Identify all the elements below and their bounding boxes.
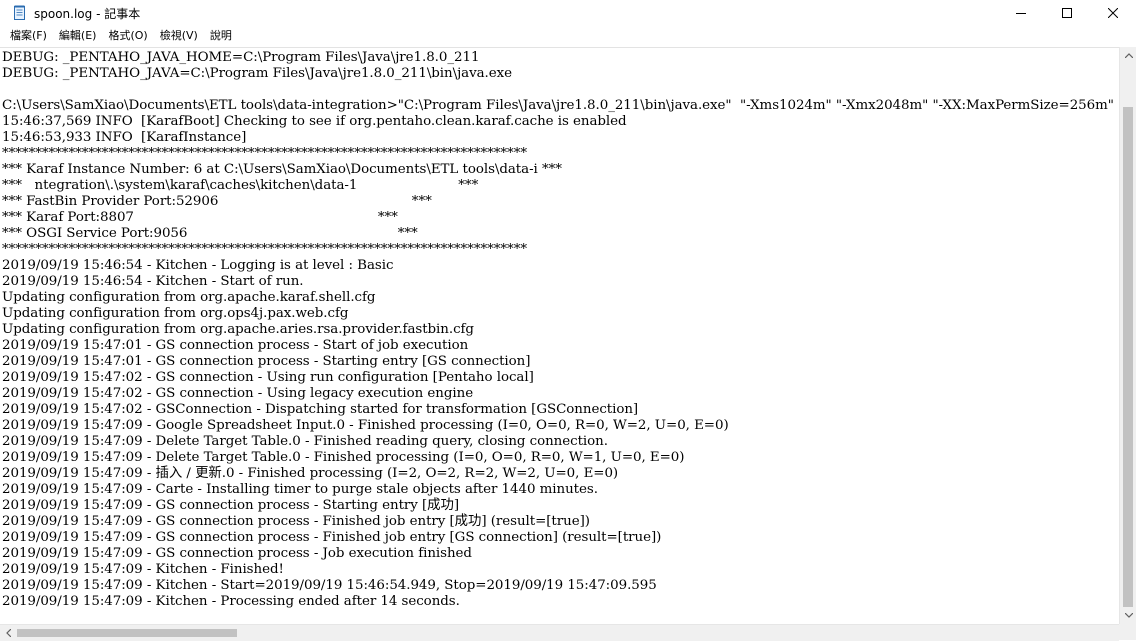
title-bar[interactable]: spoon.log - 記事本 [0, 0, 1136, 26]
log-line: 2019/09/19 15:47:01 - GS connection proc… [2, 338, 469, 353]
log-line: Updating configuration from org.apache.a… [2, 322, 474, 337]
log-line: 2019/09/19 15:47:09 - GS connection proc… [2, 514, 590, 529]
chevron-down-icon [1124, 613, 1133, 618]
log-line: 2019/09/19 15:47:01 - GS connection proc… [2, 354, 531, 369]
log-line: ****************************************… [2, 146, 527, 161]
window-controls [998, 0, 1136, 26]
horizontal-scrollbar[interactable] [0, 624, 1119, 641]
log-line: ****************************************… [2, 242, 527, 257]
log-line: *** FastBin Provider Port:52906 *** [2, 194, 432, 209]
log-line: 15:46:53,933 INFO [KarafInstance] [2, 130, 247, 145]
log-line: 2019/09/19 15:46:54 - Kitchen - Start of… [2, 274, 304, 289]
log-line: 2019/09/19 15:47:09 - Carte - Installing… [2, 482, 598, 497]
log-line: 2019/09/19 15:47:09 - GS connection proc… [2, 546, 472, 561]
log-line: 2019/09/19 15:47:02 - GS connection - Us… [2, 386, 474, 401]
log-line: DEBUG: _PENTAHO_JAVA=C:\Program Files\Ja… [2, 66, 513, 81]
maximize-button[interactable] [1044, 0, 1090, 26]
minimize-icon [1016, 13, 1026, 14]
log-line: DEBUG: _PENTAHO_JAVA_HOME=C:\Program Fil… [2, 50, 480, 65]
menu-format[interactable]: 格式(O) [102, 26, 153, 46]
log-line: 2019/09/19 15:47:02 - GSConnection - Dis… [2, 402, 639, 417]
log-line: 2019/09/19 15:47:09 - GS connection proc… [2, 498, 460, 513]
log-line: 2019/09/19 15:47:09 - Kitchen - Processi… [2, 594, 460, 609]
window-title: spoon.log - 記事本 [34, 6, 141, 21]
log-text: DEBUG: _PENTAHO_JAVA_HOME=C:\Program Fil… [2, 50, 1114, 610]
log-line: *** OSGI Service Port:9056 *** [2, 226, 418, 241]
menu-view[interactable]: 檢視(V) [154, 26, 204, 46]
maximize-icon [1062, 8, 1072, 18]
log-line: 2019/09/19 15:47:09 - Kitchen - Start=20… [2, 578, 657, 593]
log-line: 2019/09/19 15:47:09 - Delete Target Tabl… [2, 450, 685, 465]
log-line: *** Karaf Instance Number: 6 at C:\Users… [2, 162, 562, 177]
vertical-scrollbar[interactable] [1119, 47, 1136, 624]
menu-bar: 檔案(F) 編輯(E) 格式(O) 檢視(V) 說明 [0, 26, 1136, 46]
log-line: *** ntegration\.\system\karaf\caches\kit… [2, 178, 479, 193]
log-line: Updating configuration from org.apache.k… [2, 290, 376, 305]
log-line: Updating configuration from org.ops4j.pa… [2, 306, 349, 321]
scrollbar-corner [1119, 624, 1136, 640]
log-line: 2019/09/19 15:47:09 - GS connection proc… [2, 530, 662, 545]
log-line: 15:46:37,569 INFO [KarafBoot] Checking t… [2, 114, 627, 129]
chevron-up-icon [1124, 53, 1133, 58]
log-line: 2019/09/19 15:47:09 - Kitchen - Finished… [2, 562, 284, 577]
text-editor[interactable]: DEBUG: _PENTAHO_JAVA_HOME=C:\Program Fil… [0, 47, 1119, 625]
log-line: 2019/09/19 15:47:02 - GS connection - Us… [2, 370, 534, 385]
vertical-scroll-thumb[interactable] [1123, 107, 1133, 607]
log-line: *** Karaf Port:8807 *** [2, 210, 398, 225]
menu-edit[interactable]: 編輯(E) [53, 26, 103, 46]
scroll-up-button[interactable] [1120, 47, 1136, 64]
chevron-left-icon [6, 629, 11, 637]
horizontal-scroll-thumb[interactable] [17, 629, 237, 637]
scroll-down-button[interactable] [1120, 607, 1136, 624]
scroll-left-button[interactable] [0, 625, 17, 641]
log-line: 2019/09/19 15:46:54 - Kitchen - Logging … [2, 258, 394, 273]
menu-help[interactable]: 說明 [204, 26, 238, 46]
close-icon [1108, 8, 1118, 18]
close-button[interactable] [1090, 0, 1136, 26]
log-line: 2019/09/19 15:47:09 - Google Spreadsheet… [2, 418, 729, 433]
menu-file[interactable]: 檔案(F) [0, 26, 53, 46]
notepad-icon [12, 5, 28, 21]
minimize-button[interactable] [998, 0, 1044, 26]
log-line: C:\Users\SamXiao\Documents\ETL tools\dat… [2, 98, 1114, 113]
log-line: 2019/09/19 15:47:09 - 插入 / 更新.0 - Finish… [2, 466, 619, 481]
log-line: 2019/09/19 15:47:09 - Delete Target Tabl… [2, 434, 608, 449]
